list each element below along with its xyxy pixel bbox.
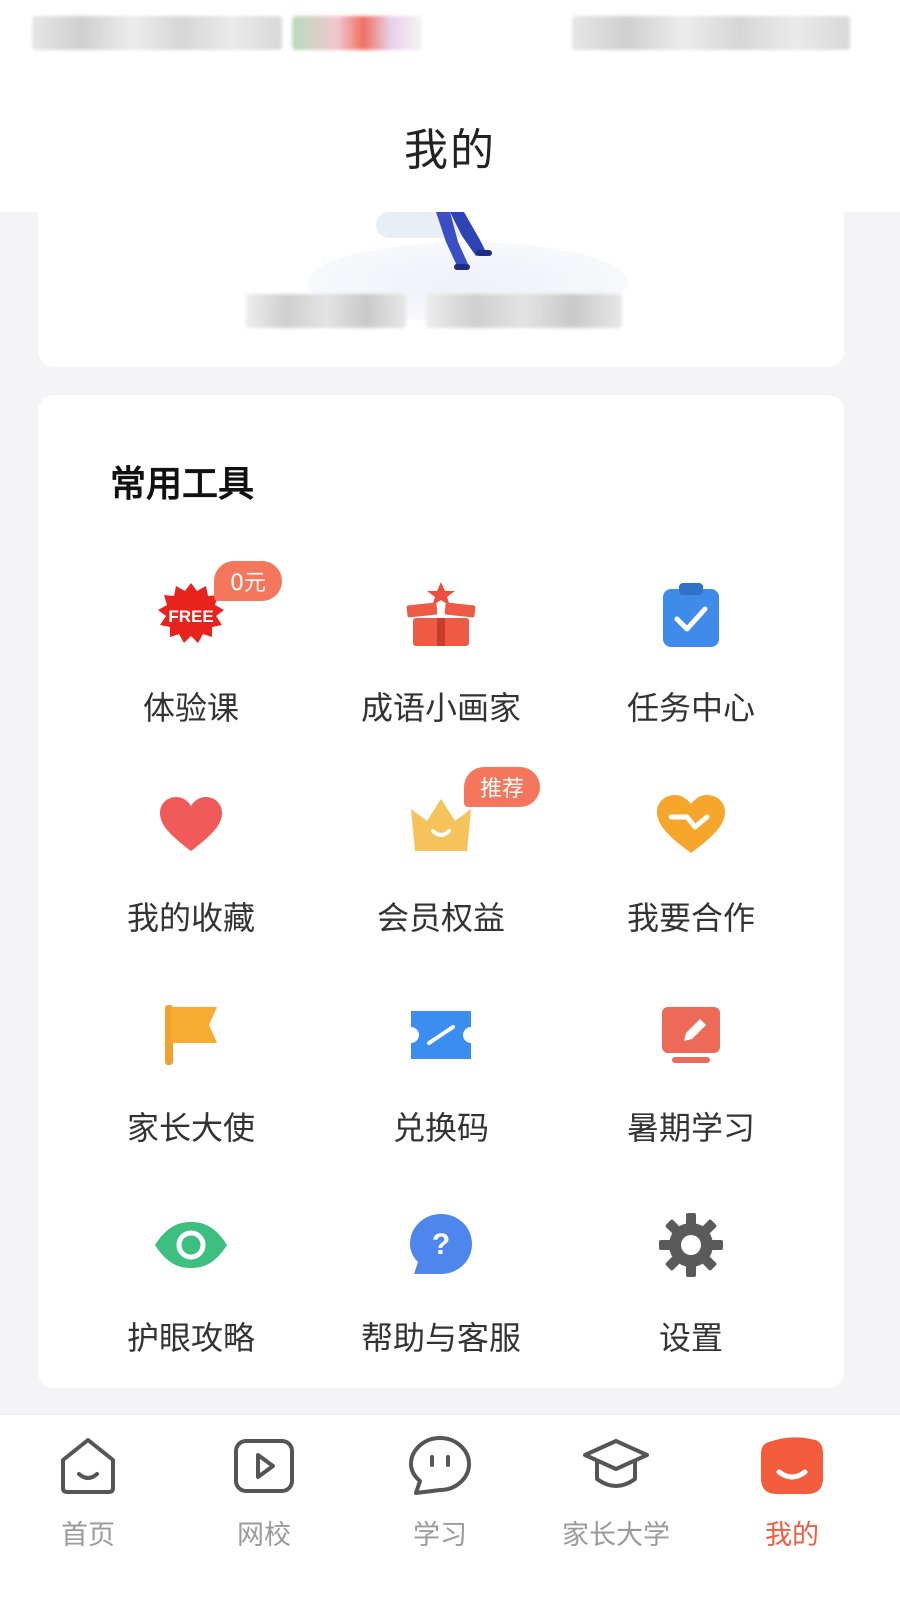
tab-label: 学习 — [413, 1520, 467, 1551]
help-bubble-icon: ? — [401, 1205, 481, 1285]
play-screen-icon — [229, 1433, 299, 1499]
tool-my-favorites[interactable]: 我的收藏 — [66, 775, 316, 945]
tool-redeem-code[interactable]: 兑换码 — [316, 985, 566, 1155]
tab-label: 网校 — [237, 1520, 291, 1551]
tools-heading: 常用工具 — [110, 464, 255, 505]
svg-text:FREE: FREE — [168, 607, 213, 626]
tool-label: 我的收藏 — [126, 899, 255, 937]
status-bar-icons-blurred — [292, 16, 422, 50]
mascot-illustration — [428, 212, 538, 286]
status-bar — [0, 0, 900, 80]
tab-online-school[interactable]: 网校 — [176, 1415, 352, 1565]
tool-idiom-painter[interactable]: 成语小画家 — [316, 565, 566, 735]
badge-free: 0元 — [214, 561, 282, 601]
tool-label: 兑换码 — [392, 1109, 489, 1147]
tab-label: 家长大学 — [562, 1520, 670, 1551]
gift-icon — [401, 575, 481, 655]
tool-help-service[interactable]: ? 帮助与客服 — [316, 1195, 566, 1365]
tool-task-center[interactable]: 任务中心 — [566, 565, 816, 735]
tool-label: 设置 — [658, 1319, 723, 1357]
user-info-blurred — [246, 294, 406, 328]
tool-label: 家长大使 — [126, 1109, 255, 1147]
tool-trial-class[interactable]: FREE 0元 体验课 — [66, 561, 316, 735]
tab-parent-university[interactable]: 家长大学 — [528, 1415, 704, 1565]
tool-cooperation[interactable]: 我要合作 — [566, 775, 816, 945]
clipboard-check-icon — [651, 575, 731, 655]
tool-settings[interactable]: 设置 — [566, 1195, 816, 1365]
tool-label: 任务中心 — [626, 689, 755, 727]
bottom-tab-bar: 首页 网校 学习 家长大学 我的 — [0, 1414, 900, 1600]
tab-label: 我的 — [765, 1520, 819, 1551]
ticket-icon — [401, 995, 481, 1075]
tool-member-benefits[interactable]: 推荐 会员权益 — [316, 767, 566, 945]
flag-icon — [151, 995, 231, 1075]
badge-recommend: 推荐 — [464, 767, 541, 807]
handshake-heart-icon — [651, 785, 731, 865]
tab-study[interactable]: 学习 — [352, 1415, 528, 1565]
tool-label: 护眼攻略 — [126, 1319, 255, 1357]
tab-home[interactable]: 首页 — [0, 1415, 176, 1565]
edit-board-icon — [651, 995, 731, 1075]
status-bar-left-blurred — [32, 16, 282, 50]
tool-label: 成语小画家 — [360, 689, 521, 727]
eye-icon — [151, 1205, 231, 1285]
svg-text:?: ? — [432, 1228, 450, 1261]
tool-parent-ambassador[interactable]: 家长大使 — [66, 985, 316, 1155]
tool-label: 体验课 — [142, 689, 239, 727]
tab-mine[interactable]: 我的 — [704, 1415, 880, 1565]
profile-face-icon — [757, 1433, 827, 1499]
page-title: 我的 — [404, 125, 496, 176]
tab-label: 首页 — [61, 1520, 115, 1551]
user-info-blurred — [426, 294, 622, 328]
gear-icon — [651, 1205, 731, 1285]
tool-label: 暑期学习 — [626, 1109, 755, 1147]
home-icon — [53, 1433, 123, 1499]
profile-card[interactable] — [38, 212, 844, 367]
heart-icon — [151, 785, 231, 865]
page-header: 我的 — [0, 80, 900, 212]
tool-label: 我要合作 — [626, 899, 755, 937]
tool-eye-care[interactable]: 护眼攻略 — [66, 1195, 316, 1365]
tool-label: 帮助与客服 — [360, 1319, 521, 1357]
tool-summer-study[interactable]: 暑期学习 — [566, 985, 816, 1155]
tool-label: 会员权益 — [376, 899, 505, 937]
face-bubble-icon — [405, 1433, 475, 1499]
tools-card: 常用工具 FREE 0元 体验课 成语小画家 任务中心 我的收藏 推荐 会员权益… — [38, 395, 844, 1388]
graduation-cap-icon — [581, 1433, 651, 1499]
status-bar-right-blurred — [572, 16, 850, 50]
